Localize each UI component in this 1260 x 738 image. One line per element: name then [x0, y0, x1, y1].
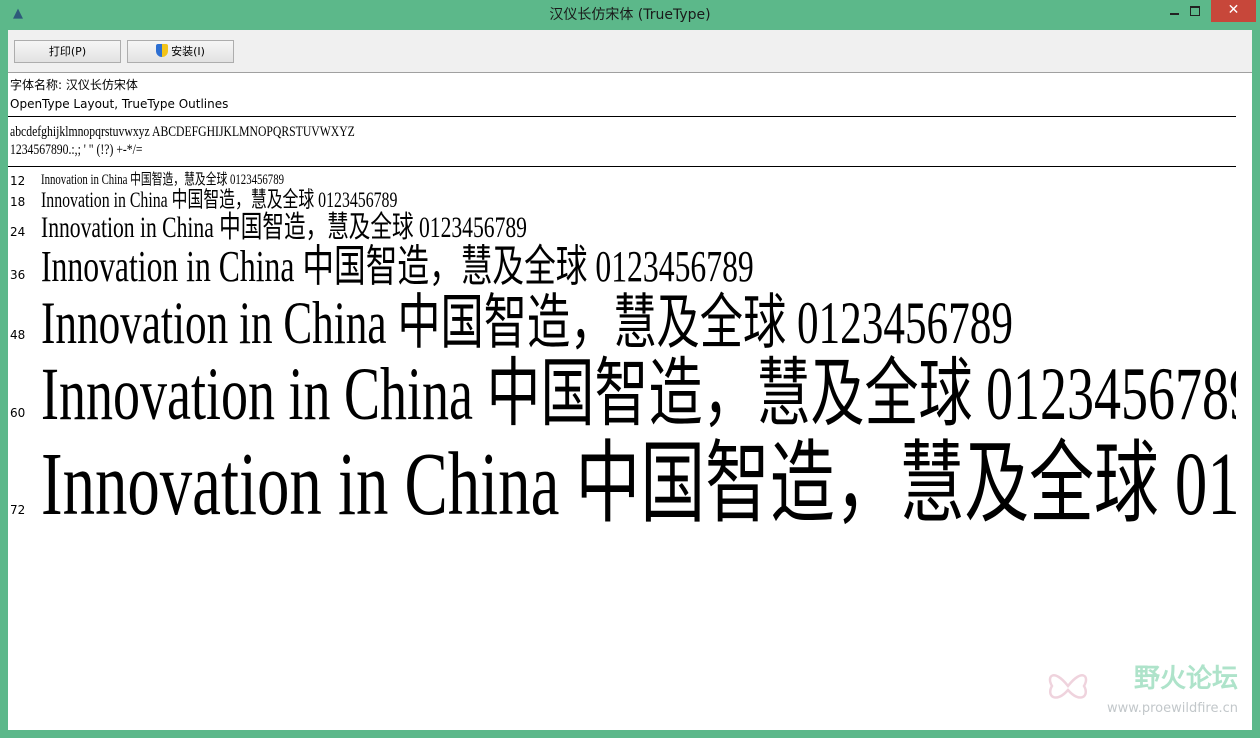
character-set: abcdefghijklmnopqrstuvwxyz ABCDEFGHIJKLM…: [10, 123, 355, 159]
sample-text: Innovation in China 中国智造，慧及全球 0123456789: [41, 290, 1013, 356]
font-info: 字体名称: 汉仪长仿宋体 OpenType Layout, TrueType O…: [10, 76, 228, 114]
watermark-name: 野火论坛: [1133, 664, 1238, 694]
install-label: 安装(I): [171, 45, 205, 58]
sample-text: Innovation in China 中国智造，慧及全球 0123456789: [41, 172, 284, 188]
install-button[interactable]: 安装(I): [127, 40, 234, 63]
watermark-url: www.proewildfire.cn: [1107, 701, 1238, 716]
sample-size: 12: [10, 174, 26, 188]
sample-text: Innovation in China 中国智造，慧及全球 0123456789: [41, 187, 398, 212]
font-name: 字体名称: 汉仪长仿宋体: [10, 78, 138, 92]
sample-text: Innovation in China 中国智造，慧及全球 0123456789: [41, 435, 1236, 534]
charset-line-digits: 1234567890.:,; ' " (!?) +-*/=: [10, 142, 143, 158]
sample-text: Innovation in China 中国智造，慧及全球 0123456789: [41, 353, 1236, 436]
sample-size: 72: [10, 503, 26, 517]
sample-size: 24: [10, 225, 26, 239]
close-button[interactable]: ✕: [1211, 0, 1256, 22]
divider: [8, 116, 1236, 117]
client-area: 打印(P) 安装(I) 字体名称: 汉仪长仿宋体 OpenType Layout…: [8, 30, 1252, 730]
maximize-button[interactable]: [1181, 0, 1211, 24]
sample-size: 36: [10, 268, 26, 282]
shield-icon: [156, 44, 169, 57]
print-label: 打印(P): [48, 45, 87, 58]
sample-text: Innovation in China 中国智造，慧及全球 0123456789: [41, 242, 754, 291]
window-title: 汉仪长仿宋体 (TrueType): [549, 7, 711, 23]
divider: [8, 166, 1236, 167]
sample-size: 60: [10, 406, 26, 420]
font-format: OpenType Layout, TrueType Outlines: [10, 97, 229, 111]
scrollbar-track[interactable]: [1236, 73, 1252, 730]
sample-text: Innovation in China 中国智造，慧及全球 0123456789: [41, 211, 527, 244]
sample-area: 12 Innovation in China 中国智造，慧及全球 0123456…: [8, 170, 1236, 730]
font-viewer-window: ▲ 汉仪长仿宋体 (TrueType) ✕ 打印(P) 安装(I) 字体名称: …: [0, 0, 1260, 738]
close-icon: ✕: [1227, 2, 1240, 18]
print-button[interactable]: 打印(P): [14, 40, 121, 63]
charset-line-letters: abcdefghijklmnopqrstuvwxyz ABCDEFGHIJKLM…: [10, 124, 355, 140]
watermark: 野火论坛 www.proewildfire.cn: [1038, 658, 1238, 720]
sample-size: 48: [10, 328, 26, 342]
sample-size: 18: [10, 195, 26, 209]
butterfly-logo-icon: [1048, 674, 1088, 699]
title-bar[interactable]: ▲ 汉仪长仿宋体 (TrueType) ✕: [0, 0, 1260, 30]
toolbar: 打印(P) 安装(I): [8, 30, 1252, 73]
